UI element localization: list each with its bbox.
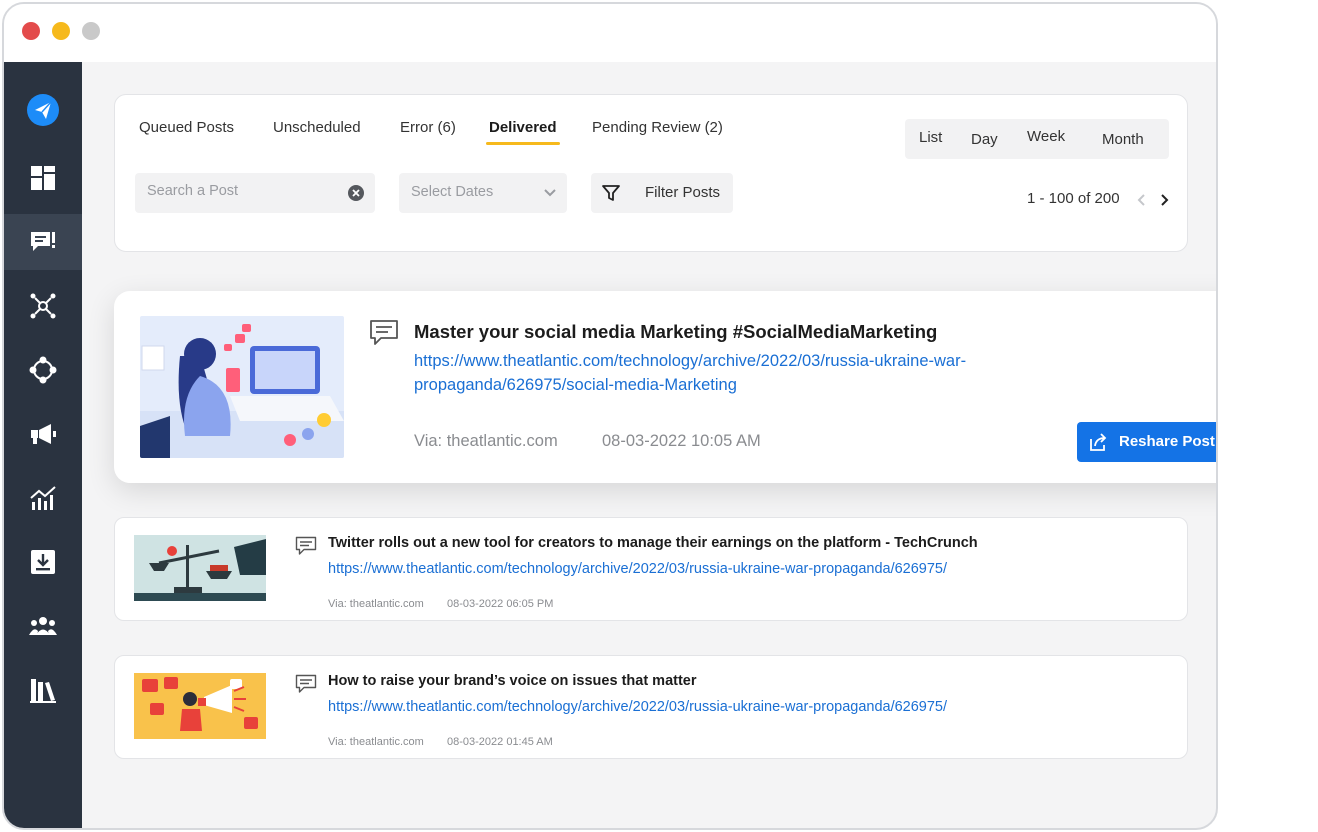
post-title: Twitter rolls out a new tool for creator… [328,535,978,551]
maximize-window-button[interactable] [82,22,100,40]
sidebar-item-analytics[interactable] [4,470,82,526]
network-icon [30,293,56,319]
post-card-featured[interactable]: Master your social media Marketing #Soci… [114,291,1216,483]
view-month-button[interactable]: Month [1102,131,1144,148]
share-icon [1090,433,1107,451]
post-title: Master your social media Marketing #Soci… [414,321,938,342]
dashboard-icon [31,166,55,190]
sidebar-item-hub[interactable] [4,342,82,398]
clear-search-icon[interactable] [347,184,365,202]
tab-unscheduled[interactable]: Unscheduled [273,119,361,136]
post-source: Via: theatlantic.com [328,598,424,610]
sidebar-item-dashboard[interactable] [4,150,82,206]
posts-toolbar: Queued Posts Unscheduled Error (6) Deliv… [114,94,1188,252]
hub-icon [29,356,57,384]
search-input[interactable] [147,183,337,199]
team-icon [29,617,57,635]
post-date: 08-03-2022 10:05 AM [602,432,761,450]
post-thumbnail [134,673,266,739]
reshare-post-button[interactable]: Reshare Post [1077,422,1216,462]
tab-error[interactable]: Error (6) [400,119,456,136]
sidebar-item-library[interactable] [4,662,82,718]
post-link[interactable]: https://www.theatlantic.com/technology/a… [328,699,947,715]
post-title: How to raise your brand’s voice on issue… [328,673,697,689]
close-window-button[interactable] [22,22,40,40]
post-card[interactable]: How to raise your brand’s voice on issue… [114,655,1188,759]
view-switch: List Day Week Month [905,119,1169,159]
filter-posts-button[interactable]: Filter Posts [591,173,733,213]
app-window: Queued Posts Unscheduled Error (6) Deliv… [2,2,1218,830]
sidebar-logo[interactable] [4,82,82,138]
chevron-right-icon[interactable] [1159,193,1171,207]
post-link[interactable]: https://www.theatlantic.com/technology/a… [414,349,974,397]
filter-icon [602,185,620,201]
post-date: 08-03-2022 06:05 PM [447,598,554,610]
publish-icon [31,232,55,251]
download-icon [31,550,55,574]
filter-posts-label: Filter Posts [645,184,721,201]
sidebar-item-publish[interactable] [4,214,82,270]
post-link[interactable]: https://www.theatlantic.com/technology/a… [328,561,947,577]
chevron-down-icon [544,189,556,197]
date-select[interactable]: Select Dates [399,173,567,213]
tab-delivered[interactable]: Delivered [486,119,560,145]
search-box [135,173,375,213]
view-week-button[interactable]: Week [1027,128,1065,145]
sidebar-item-team[interactable] [4,598,82,654]
megaphone-icon [31,424,56,444]
sidebar-item-downloads[interactable] [4,534,82,590]
chevron-left-icon[interactable] [1135,193,1147,207]
post-thumbnail [134,535,266,601]
sidebar [4,62,82,828]
title-bar [4,4,1216,62]
date-select-placeholder: Select Dates [411,184,494,200]
tab-pending-review[interactable]: Pending Review (2) [592,119,723,136]
minimize-window-button[interactable] [52,22,70,40]
post-thumbnail [140,316,344,458]
paper-plane-logo-icon [27,94,59,126]
post-source: Via: theatlantic.com [414,432,558,450]
post-source: Via: theatlantic.com [328,736,424,748]
message-icon [295,674,317,693]
sidebar-item-campaigns[interactable] [4,406,82,462]
post-date: 08-03-2022 01:45 AM [447,736,553,748]
library-icon [30,679,56,703]
post-card[interactable]: Twitter rolls out a new tool for creator… [114,517,1188,621]
message-icon [370,320,398,345]
message-icon [295,536,317,555]
analytics-icon [30,486,56,510]
view-day-button[interactable]: Day [971,131,998,148]
reshare-post-label: Reshare Post [1119,433,1215,450]
view-list-button[interactable]: List [919,129,942,146]
sidebar-item-network[interactable] [4,278,82,334]
tab-queued-posts[interactable]: Queued Posts [139,119,234,136]
pagination-range: 1 - 100 of 200 [1027,190,1120,207]
